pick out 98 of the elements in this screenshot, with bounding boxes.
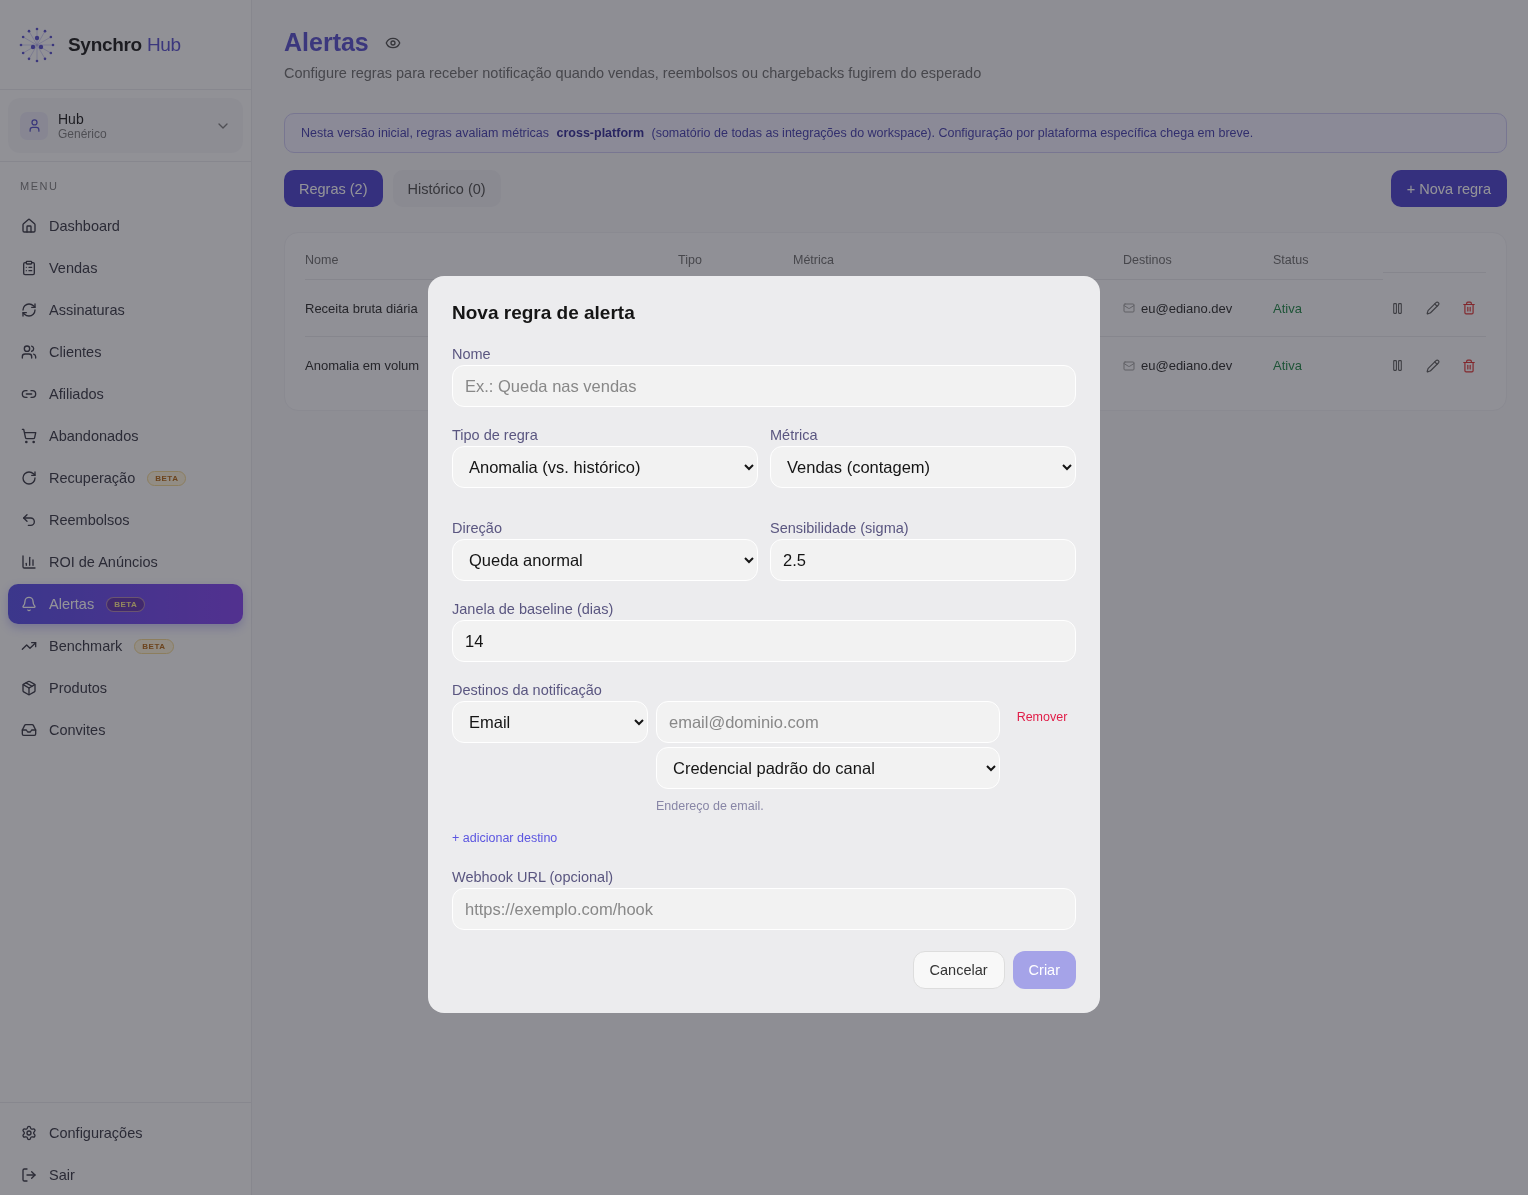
add-destination-link[interactable]: + adicionar destino [452,831,558,845]
status-text: Ativa [1273,358,1302,373]
baseline-input[interactable]: 14 [452,620,1076,662]
info-notice: Nesta versão inicial, regras avaliam métricas cross-platform (somatório de todas as integrações do workspace). Configuração por plataforma específica chega em breve. [284,113,1507,153]
rule-type-select[interactable]: Anomalia (vs. histórico) [452,446,758,488]
brand-name: Synchro Hub [68,33,181,56]
sidebar-item-label: Convites [49,722,106,738]
sidebar-item-label: Vendas [49,260,98,276]
field-label: Tipo de regra [452,427,539,443]
box-icon [21,680,37,696]
inbox-icon [21,722,37,738]
rule-name: Receita bruta diária [305,300,418,316]
sidebar-item-label: Clientes [49,344,102,360]
field-label: Janela de baseline (dias) [452,601,615,617]
sidebar-item[interactable]: Assinaturas [8,290,243,330]
pencil-icon[interactable] [1426,301,1440,315]
trash-icon[interactable] [1462,301,1476,315]
mail-icon [1123,302,1135,314]
sidebar-item-label: Reembolsos [49,512,130,528]
metric-select[interactable]: Vendas (contagem) [770,446,1076,488]
sidebar-item-label: Dashboard [49,218,120,234]
sidebar-item[interactable]: ROI de Anúncios [8,542,243,582]
bell-icon [21,596,37,612]
column-header: Destinos [1123,245,1273,280]
sidebar-item[interactable]: Produtos [8,668,243,708]
logo-icon [18,25,56,64]
sidebar-item-label: Configurações [49,1125,143,1141]
sidebar-item[interactable]: Vendas [8,248,243,288]
sidebar-item-label: Recuperação [49,470,136,486]
webhook-input[interactable]: https://exemplo.com/hook [452,888,1076,930]
pencil-icon[interactable] [1426,358,1440,373]
remove-link[interactable]: Remover [1010,709,1074,725]
sidebar-item[interactable]: Dashboard [8,206,243,246]
channel-select[interactable]: Email [452,701,648,743]
field-label: Métrica [770,427,819,443]
beta-badge: BETA [147,470,187,486]
sidebar-item[interactable]: Sair [8,1155,243,1195]
sidebar-item-label: Abandonados [49,428,139,444]
refresh-icon [21,302,37,318]
pause-icon[interactable] [1391,301,1404,315]
trash-icon[interactable] [1462,358,1476,373]
menu-heading: MENU [19,179,60,194]
sensitivity-input[interactable]: 2.5 [770,539,1076,581]
rule-name: Anomalia em volum [305,358,420,373]
home-icon [21,218,37,234]
field-label: Nome [452,346,492,362]
destination-email: eu@ediano.dev [1141,300,1233,316]
sidebar-item[interactable]: Benchmark BETA [8,626,243,666]
name-input[interactable]: Ex.: Queda nas vendas [452,365,1076,407]
status-text: Ativa [1273,300,1302,316]
field-label: Destinos da notificação [452,682,603,698]
sidebar-item[interactable]: Abandonados [8,416,243,456]
rotate-icon [21,470,37,486]
tab[interactable]: Regras (2) [284,170,383,207]
beta-badge: BETA [106,596,146,612]
clipboard-icon [21,260,37,276]
direction-select[interactable]: Queda anormal [452,539,758,581]
user-icon [20,111,48,140]
sidebar-item-label: Afiliados [49,386,104,402]
field-label: Direção [452,520,503,536]
mail-icon [1123,359,1135,372]
pause-icon[interactable] [1391,359,1404,372]
column-header: Status [1273,245,1383,280]
dialog-title: Nova regra de alerta [452,302,636,324]
sidebar-item[interactable]: Reembolsos [8,500,243,540]
sidebar-item-label: ROI de Anúncios [49,554,158,570]
new-rule-button[interactable]: + Nova regra [1390,170,1507,207]
sidebar-item[interactable]: Alertas BETA [8,584,243,624]
page-title: Alertas [284,28,369,57]
page-subtitle: Configure regras para receber notificação quando vendas, reembolsos ou chargebacks fugirem do esperado [284,65,983,81]
logout-icon [21,1167,37,1183]
sidebar-item[interactable]: Clientes [8,332,243,372]
sidebar-item-label: Assinaturas [49,302,125,318]
cart-icon [21,428,37,444]
field-label: Sensibilidade (sigma) [770,520,910,536]
undo-arrow-icon [21,512,37,528]
email-input[interactable]: email@dominio.com [656,701,1000,743]
beta-badge: BETA [134,638,174,654]
workspace-type: Genérico [58,126,108,141]
field-hint: Endereço de email. [656,799,765,813]
sidebar-item-label: Benchmark [49,638,123,654]
sidebar-item-label: Produtos [49,680,108,696]
sidebar-item[interactable]: Recuperação BETA [8,458,243,498]
sidebar-item-label: Sair [49,1167,75,1183]
cancel-button[interactable]: Cancelar [912,951,1005,989]
sidebar-item-label: Alertas [49,596,95,612]
credential-select[interactable]: Credencial padrão do canal [656,747,1000,789]
users-icon [21,344,37,360]
destination-email: eu@ediano.dev [1141,358,1233,373]
tab[interactable]: Histórico (0) [392,170,501,207]
sidebar-item[interactable]: Convites [8,710,243,750]
sidebar-item[interactable]: Afiliados [8,374,243,414]
sidebar-item[interactable]: Configurações [8,1113,243,1153]
settings-icon [21,1125,37,1141]
bar-chart-icon [21,554,37,570]
workspace-selector[interactable]: Hub Genérico [8,98,243,153]
field-label: Webhook URL (opcional) [452,869,615,885]
workspace-name: Hub [58,110,85,127]
